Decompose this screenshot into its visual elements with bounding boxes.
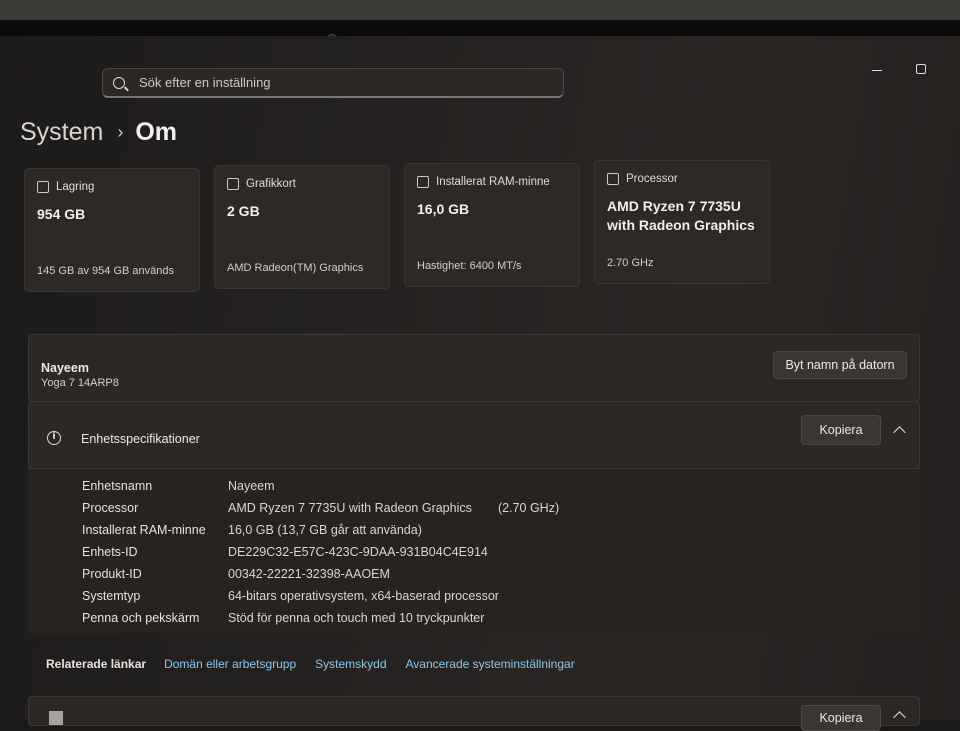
spec-label: Produkt-ID	[82, 567, 142, 581]
card-processor-value: AMD Ryzen 7 7735U with Radeon Graphics	[607, 198, 755, 233]
rename-pc-button[interactable]: Byt namn på datorn	[773, 351, 907, 379]
card-storage-title: Lagring	[56, 181, 95, 193]
card-processor[interactable]: Processor AMD Ryzen 7 7735U with Radeon …	[594, 160, 770, 284]
card-ram[interactable]: Installerat RAM-minne 16,0 GB Hastighet:…	[404, 163, 580, 287]
breadcrumb: System › Om	[20, 118, 177, 147]
spec-value: 00342-22221-32398-AAOEM	[228, 567, 390, 581]
breadcrumb-system[interactable]: System	[20, 118, 103, 147]
spec-value: Nayeem	[228, 479, 275, 493]
restore-icon	[916, 64, 926, 74]
specs-list: Enhetsnamn Nayeem Processor AMD Ryzen 7 …	[28, 468, 920, 633]
gpu-icon	[227, 178, 239, 190]
card-ram-sub: Hastighet: 6400 MT/s	[417, 260, 522, 272]
ram-icon	[417, 176, 429, 188]
spec-value: DE229C32-E57C-423C-9DAA-931B04C4E914	[228, 545, 488, 559]
copy-button[interactable]: Kopiera	[801, 415, 881, 445]
spec-row: Installerat RAM-minne 16,0 GB (13,7 GB g…	[28, 523, 920, 545]
search-input[interactable]: Sök efter en inställning	[102, 68, 564, 98]
link-system-protection[interactable]: Systemskydd	[315, 657, 386, 671]
spec-label: Enhetsnamn	[82, 479, 153, 493]
related-links: Relaterade länkar Domän eller arbetsgrup…	[28, 644, 920, 684]
spec-label: Enhets-ID	[82, 545, 138, 559]
minimize-icon	[872, 64, 882, 71]
window-controls	[872, 60, 934, 74]
spec-row: Enhets-ID DE229C32-E57C-423C-9DAA-931B04…	[28, 545, 920, 567]
spec-value: Stöd för penna och touch med 10 tryckpun…	[228, 611, 485, 625]
spec-label: Processor	[82, 501, 139, 515]
related-links-label: Relaterade länkar	[46, 657, 147, 671]
card-gpu-sub: AMD Radeon(TM) Graphics	[227, 262, 364, 274]
device-panel: Nayeem Yoga 7 14ARP8 Byt namn på datorn	[28, 334, 920, 402]
page-title: Om	[135, 118, 178, 146]
spec-row: Penna och pekskärm Stöd för penna och to…	[28, 611, 920, 633]
spec-extra: (2.70 GHz)	[498, 501, 560, 515]
bezel-top-edge	[0, 0, 960, 20]
card-processor-sub: 2.70 GHz	[607, 257, 654, 269]
card-ram-title: Installerat RAM-minne	[436, 176, 550, 188]
search-placeholder: Sök efter en inställning	[139, 75, 271, 90]
link-advanced-settings[interactable]: Avancerade systeminställningar	[406, 657, 575, 671]
storage-icon	[37, 181, 49, 193]
minimize-button[interactable]	[872, 60, 890, 74]
chevron-right-icon: ›	[117, 122, 124, 142]
chevron-up-icon[interactable]	[893, 711, 906, 724]
spec-row: Produkt-ID 00342-22221-32398-AAOEM	[28, 567, 920, 589]
specs-title: Enhetsspecifikationer	[81, 432, 200, 446]
info-icon	[47, 431, 61, 445]
card-gpu[interactable]: Grafikkort 2 GB AMD Radeon(TM) Graphics	[214, 165, 390, 289]
card-storage-value: 954 GB	[37, 206, 86, 222]
spec-value: AMD Ryzen 7 7735U with Radeon Graphics	[228, 501, 472, 515]
windows-specs-header[interactable]: Kopiera	[28, 696, 920, 731]
specs-header[interactable]: Enhetsspecifikationer Kopiera	[28, 401, 920, 469]
spec-row: Enhetsnamn Nayeem	[28, 479, 920, 501]
cpu-icon	[607, 173, 619, 185]
card-storage-sub: 145 GB av 954 GB används	[37, 265, 174, 277]
search-icon	[113, 76, 125, 89]
card-processor-title: Processor	[626, 173, 678, 185]
card-ram-value: 16,0 GB	[417, 201, 470, 217]
card-storage[interactable]: Lagring 954 GB 145 GB av 954 GB används	[24, 168, 200, 292]
card-gpu-value: 2 GB	[227, 203, 260, 219]
spec-value: 64-bitars operativsystem, x64-baserad pr…	[228, 589, 499, 603]
spec-value: 16,0 GB (13,7 GB går att använda)	[228, 523, 422, 537]
windows-icon	[49, 711, 63, 725]
spec-row: Systemtyp 64-bitars operativsystem, x64-…	[28, 589, 920, 611]
copy-button-windows[interactable]: Kopiera	[801, 705, 881, 731]
spec-label: Systemtyp	[82, 589, 141, 603]
chevron-up-icon[interactable]	[893, 426, 906, 439]
card-gpu-title: Grafikkort	[246, 178, 296, 190]
restore-button[interactable]	[916, 60, 934, 74]
link-domain-workgroup[interactable]: Domän eller arbetsgrupp	[164, 657, 296, 671]
spec-row: Processor AMD Ryzen 7 7735U with Radeon …	[28, 501, 920, 523]
spec-label: Installerat RAM-minne	[82, 523, 206, 537]
spec-label: Penna och pekskärm	[82, 611, 200, 625]
